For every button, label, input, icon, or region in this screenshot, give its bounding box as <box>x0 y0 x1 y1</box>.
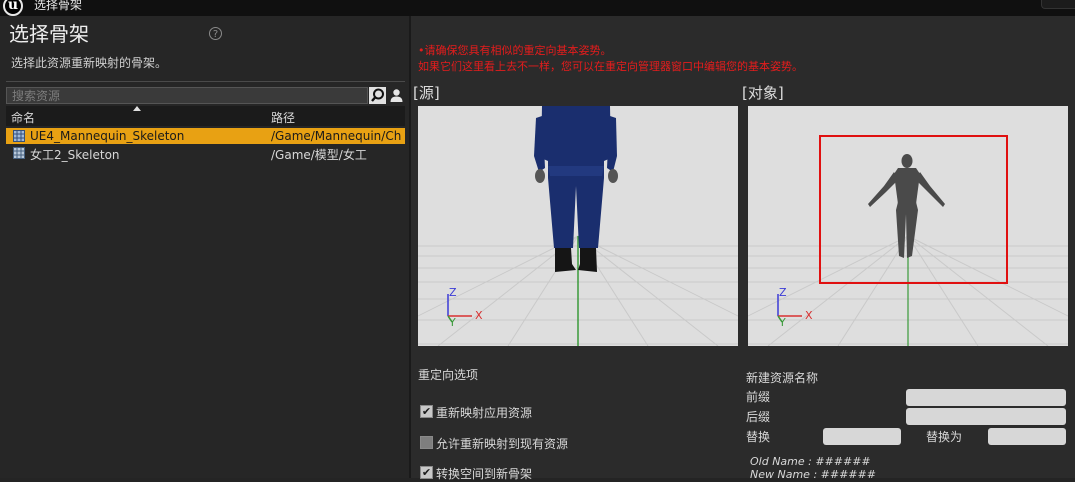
skeleton-asset-icon <box>13 147 25 159</box>
page-subtitle: 选择此资源重新映射的骨架。 <box>11 56 168 70</box>
retarget-options-title: 重定向选项 <box>418 368 479 382</box>
user-filter-icon[interactable] <box>388 87 405 104</box>
axis-x-label: X <box>805 309 813 322</box>
search-icon[interactable] <box>369 87 386 104</box>
suffix-label: 后缀 <box>746 410 771 424</box>
source-viewport[interactable]: Z Y X <box>418 106 738 346</box>
suffix-input[interactable] <box>906 408 1066 425</box>
search-input[interactable] <box>6 87 368 104</box>
axis-z-label: Z <box>449 286 457 299</box>
axis-y-label: Y <box>449 316 456 329</box>
sort-ascending-icon <box>133 106 141 111</box>
skeleton-path: /Game/模型/女工 <box>271 148 367 162</box>
skeleton-name: UE4_Mannequin_Skeleton <box>30 129 185 143</box>
list-header: 命名 路径 <box>6 106 405 126</box>
skeleton-path: /Game/Mannequin/Cha <box>271 129 401 143</box>
replace-with-input[interactable] <box>988 428 1066 445</box>
replace-with-label: 替换为 <box>926 430 963 444</box>
option-label: 允许重新映射到现有资源 <box>436 437 569 451</box>
close-button[interactable] <box>1041 0 1075 9</box>
axis-y-label: Y <box>779 316 786 329</box>
help-icon[interactable]: ? <box>209 27 222 40</box>
new-name-preview: New Name : ###### <box>750 468 876 481</box>
skeleton-list-panel <box>0 16 409 478</box>
option-label: 重新映射应用资源 <box>436 406 533 420</box>
title-bar <box>0 0 1075 16</box>
prefix-input[interactable] <box>906 389 1066 406</box>
replace-label: 替换 <box>746 430 771 444</box>
remap-assets-checkbox[interactable]: ✔ <box>420 405 433 418</box>
axis-z-label: Z <box>779 286 787 299</box>
target-label: [对象] <box>742 84 784 102</box>
skeleton-name: 女工2_Skeleton <box>30 148 120 162</box>
target-highlight-box <box>819 135 1008 284</box>
old-name-preview: Old Name : ###### <box>750 455 871 468</box>
column-header-path[interactable]: 路径 <box>271 109 295 126</box>
convert-space-checkbox[interactable]: ✔ <box>420 466 433 479</box>
skeleton-row[interactable]: 女工2_Skeleton /Game/模型/女工 <box>6 145 405 162</box>
divider <box>6 81 405 82</box>
new-asset-name-title: 新建资源名称 <box>746 371 819 385</box>
window-title: 选择骨架 <box>34 0 83 12</box>
option-label: 转换空间到新骨架 <box>436 467 533 481</box>
skeleton-asset-icon <box>13 130 25 142</box>
page-title: 选择骨架 <box>9 22 89 46</box>
warning-text: •请确保您具有相似的重定向基本姿势。 <box>418 44 612 57</box>
warning-text: 如果它们这里看上去不一样，您可以在重定向管理器窗口中编辑您的基本姿势。 <box>418 60 803 73</box>
replace-input[interactable] <box>823 428 901 445</box>
column-header-name[interactable]: 命名 <box>11 109 35 126</box>
skeleton-row-selected[interactable]: UE4_Mannequin_Skeleton /Game/Mannequin/C… <box>6 128 405 144</box>
axis-x-label: X <box>475 309 483 322</box>
source-label: [源] <box>413 84 440 102</box>
allow-remap-existing-checkbox[interactable] <box>420 436 433 449</box>
prefix-label: 前缀 <box>746 390 771 404</box>
